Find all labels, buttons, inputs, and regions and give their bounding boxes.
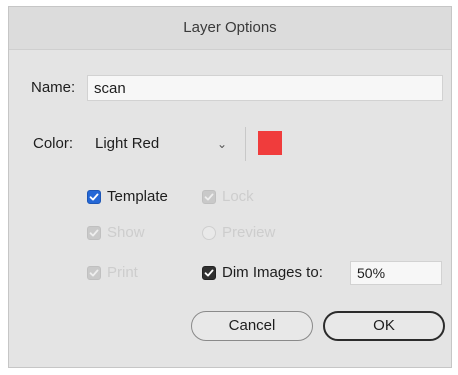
chevron-down-icon: ⌄ — [216, 137, 227, 151]
preview-label: Preview — [222, 224, 276, 241]
template-label: Template — [107, 188, 168, 205]
dialog-title: Layer Options — [9, 7, 451, 50]
color-swatch — [258, 131, 282, 155]
name-label: Name: — [31, 79, 76, 96]
cancel-button[interactable]: Cancel — [191, 311, 313, 341]
color-dropdown[interactable]: Light Red ⌄ — [87, 131, 235, 157]
print-checkbox — [87, 266, 101, 280]
name-input[interactable] — [87, 75, 443, 101]
dim-images-input[interactable] — [350, 261, 442, 285]
preview-radio — [202, 226, 216, 240]
checkmark-icon — [89, 269, 99, 277]
color-swatch-button[interactable] — [245, 127, 285, 161]
show-checkbox — [87, 226, 101, 240]
lock-checkbox — [202, 190, 216, 204]
dim-images-label: Dim Images to: — [222, 264, 323, 281]
checkmark-icon — [204, 193, 214, 201]
ok-button[interactable]: OK — [323, 311, 445, 341]
checkmark-icon — [204, 269, 214, 277]
show-label: Show — [107, 224, 145, 241]
lock-label: Lock — [222, 188, 254, 205]
color-label: Color: — [33, 135, 74, 152]
color-dropdown-value: Light Red — [95, 135, 160, 152]
print-label: Print — [107, 264, 138, 281]
checkmark-icon — [89, 229, 99, 237]
checkmark-icon — [89, 193, 99, 201]
template-checkbox[interactable] — [87, 190, 101, 204]
dim-images-checkbox[interactable] — [202, 266, 216, 280]
layer-options-dialog: Layer Options Name: Color: Light Red ⌄ T… — [8, 6, 452, 368]
